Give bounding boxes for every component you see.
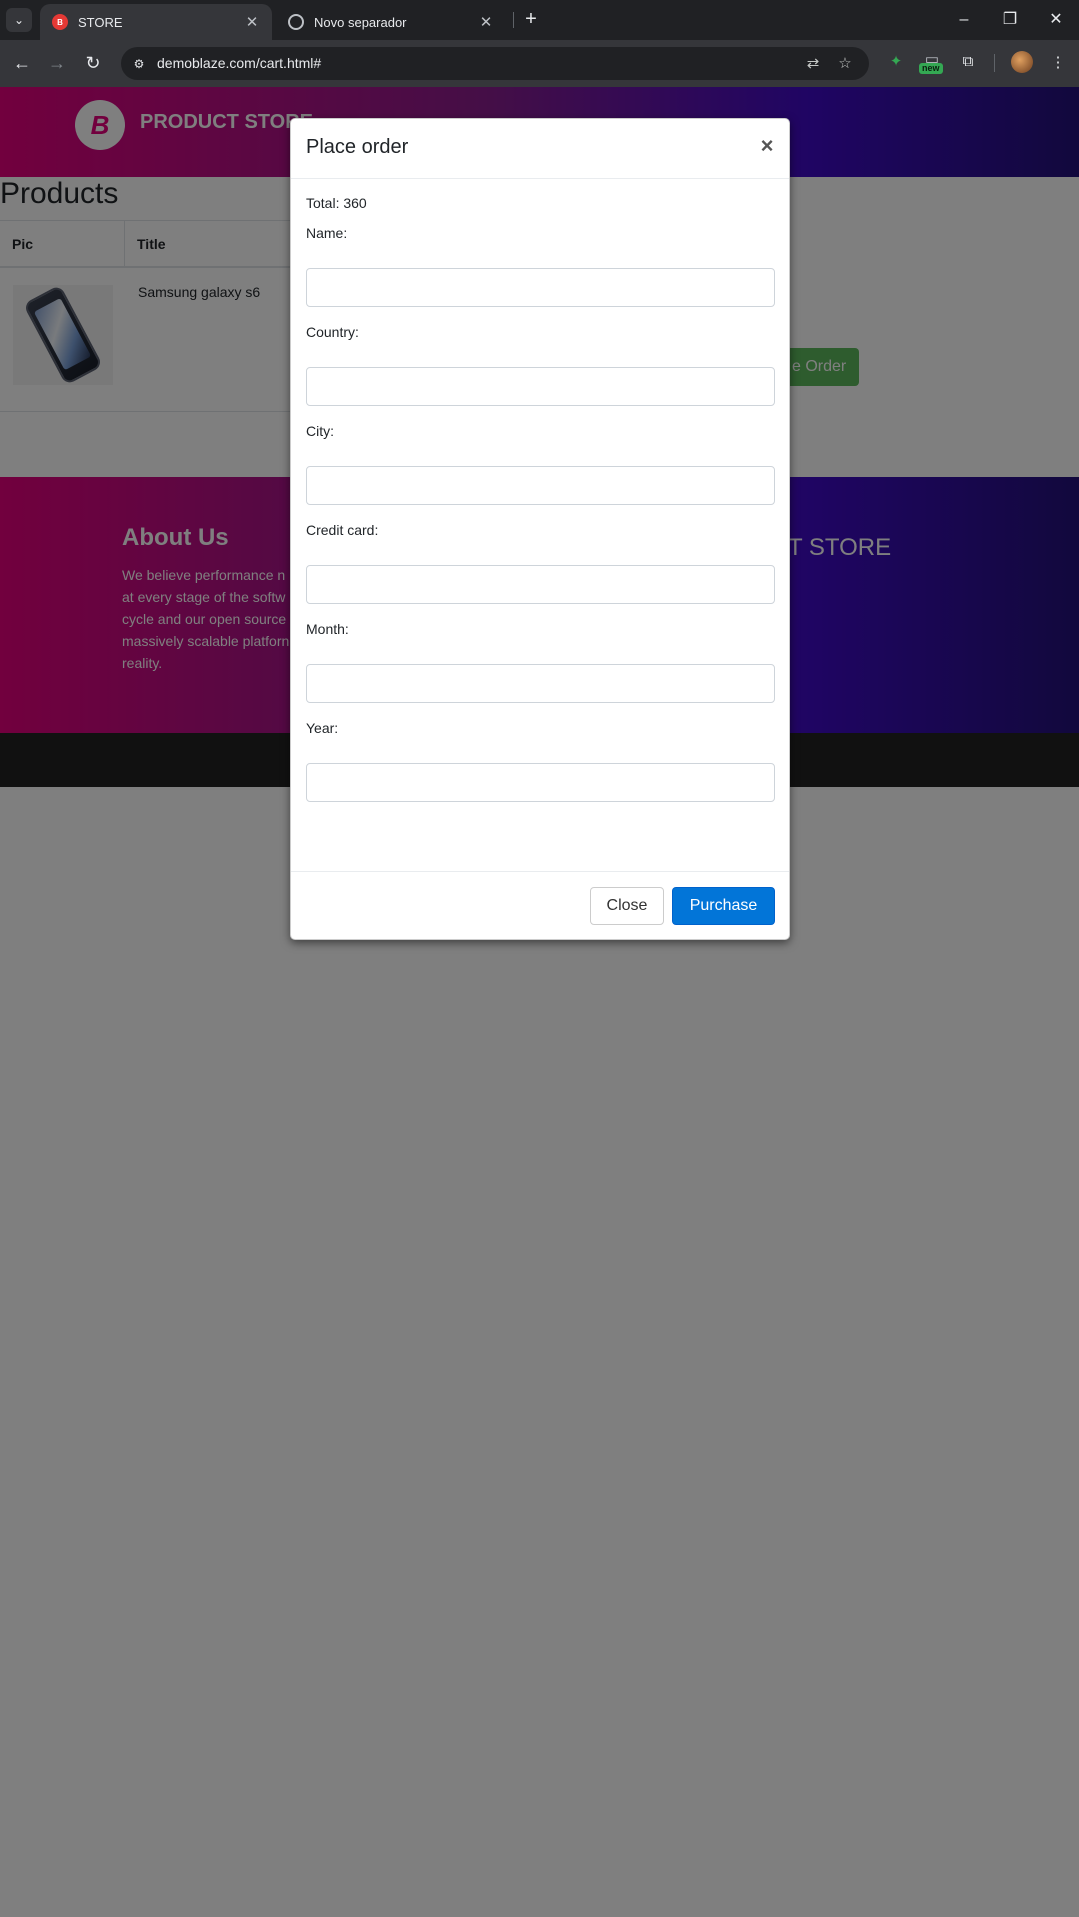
credit-card-field[interactable] <box>306 565 775 604</box>
month-label: Month: <box>306 621 349 637</box>
browser-menu-icon[interactable]: ⋮ <box>1046 51 1070 75</box>
new-tab-plus-icon[interactable]: + <box>520 8 542 32</box>
name-label: Name: <box>306 225 348 241</box>
window-close-icon[interactable]: ✕ <box>1042 6 1070 34</box>
tab-store[interactable]: B STORE ✕ <box>40 4 272 40</box>
restore-icon[interactable]: ❐ <box>996 6 1024 34</box>
name-field[interactable] <box>306 268 775 307</box>
extension-new-badge: new <box>919 63 943 74</box>
minimize-icon[interactable]: – <box>950 6 978 34</box>
address-bar[interactable]: ⚙ demoblaze.com/cart.html# ⇄ ☆ <box>121 47 869 80</box>
bookmark-star-icon[interactable]: ☆ <box>834 53 856 75</box>
tab-divider <box>513 12 514 28</box>
tab-close-icon[interactable]: ✕ <box>244 13 260 31</box>
modal-header: Place order × <box>291 119 789 179</box>
site-info-icon[interactable]: ⚙ <box>129 54 149 74</box>
order-total: Total: 360 <box>306 195 367 211</box>
purchase-button[interactable]: Purchase <box>672 887 775 925</box>
close-button[interactable]: Close <box>590 887 664 925</box>
tab-new[interactable]: Novo separador ✕ <box>276 4 506 40</box>
country-field[interactable] <box>306 367 775 406</box>
tab-search-chevron-icon[interactable]: ⌄ <box>6 8 32 32</box>
extensions-puzzle-icon[interactable]: ⧉ <box>956 50 980 74</box>
city-label: City: <box>306 423 334 439</box>
tab-title: Novo separador <box>314 14 407 30</box>
profile-avatar[interactable] <box>1011 51 1033 73</box>
modal-close-icon[interactable]: × <box>757 133 777 159</box>
tab-close-icon[interactable]: ✕ <box>478 13 494 31</box>
browser-toolbar: ← → ↻ ⚙ demoblaze.com/cart.html# ⇄ ☆ ✦ ▭… <box>0 40 1079 87</box>
country-label: Country: <box>306 324 359 340</box>
month-field[interactable] <box>306 664 775 703</box>
place-order-modal: Place order × Total: 360 Name: Country: … <box>290 118 790 940</box>
forward-icon[interactable]: → <box>44 50 70 76</box>
browser-tabstrip: ⌄ B STORE ✕ Novo separador ✕ + – ❐ ✕ <box>0 0 1079 40</box>
year-field[interactable] <box>306 763 775 802</box>
tab-title: STORE <box>78 14 123 30</box>
toolbar-divider <box>994 54 995 72</box>
chrome-favicon-icon <box>288 14 304 30</box>
city-field[interactable] <box>306 466 775 505</box>
reload-icon[interactable]: ↻ <box>80 50 106 76</box>
store-favicon-icon: B <box>52 14 68 30</box>
extension-hummingbird-icon[interactable]: ✦ <box>884 50 908 74</box>
credit-card-label: Credit card: <box>306 522 379 538</box>
modal-title: Place order <box>306 136 409 158</box>
url-text[interactable]: demoblaze.com/cart.html# <box>157 55 321 71</box>
modal-footer-divider <box>291 871 789 872</box>
year-label: Year: <box>306 720 339 736</box>
back-icon[interactable]: ← <box>9 50 35 76</box>
translate-icon[interactable]: ⇄ <box>802 53 824 75</box>
